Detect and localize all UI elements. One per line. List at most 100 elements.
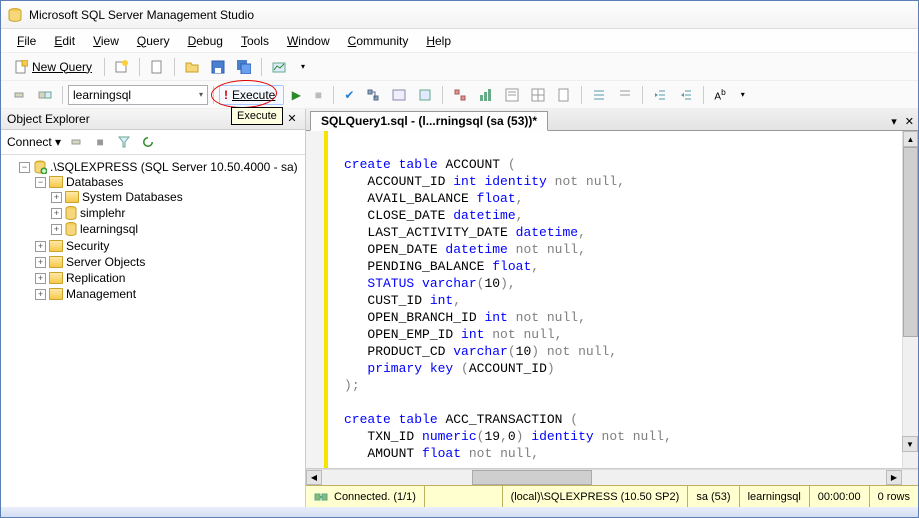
scroll-left-icon[interactable]: ◀ (306, 470, 322, 485)
scroll-corner (902, 470, 918, 485)
menu-view[interactable]: View (85, 32, 127, 50)
status-connection: Connected. (1/1) (306, 486, 425, 507)
new-file-icon[interactable] (145, 56, 169, 78)
status-spacer (425, 486, 503, 507)
tree-management-node[interactable]: +Management (35, 287, 303, 301)
tree-server-objects-node[interactable]: +Server Objects (35, 255, 303, 269)
main-window: Microsoft SQL Server Management Studio F… (0, 0, 919, 518)
results-to-text-icon[interactable] (500, 84, 524, 106)
refresh-icon[interactable] (139, 133, 157, 151)
scroll-thumb-h[interactable] (472, 470, 592, 485)
object-explorer-panel: Object Explorer ▾ 📌 ✕ Connect ▾ ■ − (1, 109, 306, 507)
code-content[interactable]: create table ACCOUNT ( ACCOUNT_ID int id… (328, 131, 902, 468)
execute-tooltip: Execute (231, 107, 283, 125)
execute-button[interactable]: ! Execute (219, 85, 284, 105)
decrease-indent-icon[interactable] (648, 84, 672, 106)
folder-icon (49, 240, 63, 252)
connected-icon (314, 491, 328, 503)
new-query-button[interactable]: New Query (7, 56, 99, 78)
toolbar-sql: learningsql ▾ ! Execute Execute ▶ ■ ✔ (1, 81, 918, 109)
database-selected: learningsql (73, 88, 131, 102)
vertical-scrollbar[interactable]: ▲ ▼ (902, 131, 918, 468)
close-icon[interactable]: ✕ (285, 112, 299, 126)
status-bar: Connected. (1/1) (local)\SQLEXPRESS (10.… (306, 485, 918, 507)
comment-icon[interactable] (587, 84, 611, 106)
dropdown1-icon[interactable]: ▾ (293, 56, 313, 78)
intellisense-icon[interactable] (413, 84, 437, 106)
scroll-thumb-v[interactable] (903, 147, 918, 337)
tree-system-databases-node[interactable]: +System Databases (51, 190, 303, 204)
folder-icon (65, 191, 79, 203)
menu-query[interactable]: Query (129, 32, 178, 50)
new-project-icon[interactable] (110, 56, 134, 78)
folder-icon (49, 272, 63, 284)
tree-security-node[interactable]: +Security (35, 239, 303, 253)
stop-icon2[interactable]: ■ (91, 133, 109, 151)
specify-template-icon[interactable]: Ab (709, 84, 730, 106)
window-bottom-border (1, 507, 918, 517)
save-all-icon[interactable] (232, 56, 256, 78)
code-editor[interactable]: create table ACCOUNT ( ACCOUNT_ID int id… (306, 131, 918, 469)
menu-help[interactable]: Help (418, 32, 459, 50)
status-rows: 0 rows (870, 486, 918, 507)
editor-gutter (306, 131, 324, 468)
activity-monitor-icon[interactable] (267, 56, 291, 78)
body: Object Explorer ▾ 📌 ✕ Connect ▾ ■ − (1, 109, 918, 507)
tree-replication-node[interactable]: +Replication (35, 271, 303, 285)
connect-icon[interactable] (7, 84, 31, 106)
tab-strip: SQLQuery1.sql - (l...rningsql (sa (53))*… (306, 109, 918, 131)
results-to-grid-icon[interactable] (526, 84, 550, 106)
tab-dropdown-icon[interactable]: ▾ (887, 113, 901, 130)
scroll-up-icon[interactable]: ▲ (903, 131, 918, 147)
scroll-down-icon[interactable]: ▼ (902, 436, 918, 452)
status-user: sa (53) (688, 486, 739, 507)
increase-indent-icon[interactable] (674, 84, 698, 106)
app-title: Microsoft SQL Server Management Studio (29, 8, 254, 22)
save-icon[interactable] (206, 56, 230, 78)
execute-label: Execute (232, 88, 275, 102)
scroll-right-icon[interactable]: ▶ (886, 470, 902, 485)
toolbar-standard: New Query ▾ (1, 53, 918, 81)
menubar: File Edit View Query Debug Tools Window … (1, 29, 918, 53)
stop-icon[interactable]: ■ (308, 84, 328, 106)
folder-icon (49, 176, 63, 188)
database-selector[interactable]: learningsql ▾ (68, 85, 208, 105)
menu-community[interactable]: Community (340, 32, 417, 50)
menu-debug[interactable]: Debug (180, 32, 231, 50)
query-options-icon[interactable] (387, 84, 411, 106)
include-plan-icon[interactable] (448, 84, 472, 106)
connect-button[interactable]: Connect ▾ (7, 135, 61, 149)
menu-window[interactable]: Window (279, 32, 338, 50)
menu-tools[interactable]: Tools (233, 32, 277, 50)
connect-toolbar: Connect ▾ ■ (1, 130, 305, 155)
debug-play-icon[interactable]: ▶ (286, 84, 306, 106)
app-logo-icon (7, 7, 23, 23)
chevron-down-icon: ▾ (199, 90, 203, 99)
uncomment-icon[interactable] (613, 84, 637, 106)
tab-sqlquery1[interactable]: SQLQuery1.sql - (l...rningsql (sa (53))* (310, 111, 548, 131)
titlebar: Microsoft SQL Server Management Studio (1, 1, 918, 29)
status-db: learningsql (740, 486, 810, 507)
display-plan-icon[interactable] (361, 84, 385, 106)
editor-area: SQLQuery1.sql - (l...rningsql (sa (53))*… (306, 109, 918, 507)
toolbar-overflow-icon[interactable]: ▾ (733, 84, 753, 106)
filter-icon[interactable] (115, 133, 133, 151)
menu-file[interactable]: File (9, 32, 44, 50)
object-tree[interactable]: − .\SQLEXPRESS (SQL Server 10.50.4000 - … (1, 155, 305, 507)
tree-server-node[interactable]: − .\SQLEXPRESS (SQL Server 10.50.4000 - … (19, 160, 303, 174)
tab-close-icon[interactable]: ✕ (901, 113, 918, 130)
menu-edit[interactable]: Edit (46, 32, 83, 50)
disconnect-icon[interactable] (67, 133, 85, 151)
tree-db-simplehr[interactable]: +simplehr (51, 206, 303, 220)
status-time: 00:00:00 (810, 486, 870, 507)
tree-databases-node[interactable]: − Databases (35, 175, 303, 189)
change-connection-icon[interactable] (33, 84, 57, 106)
results-to-file-icon[interactable] (552, 84, 576, 106)
horizontal-scrollbar[interactable]: ◀ ▶ (306, 469, 918, 485)
open-folder-icon[interactable] (180, 56, 204, 78)
parse-check-icon[interactable]: ✔ (339, 84, 359, 106)
tree-server-label: .\SQLEXPRESS (SQL Server 10.50.4000 - sa… (50, 160, 298, 174)
include-stats-icon[interactable] (474, 84, 498, 106)
folder-icon (49, 288, 63, 300)
tree-db-learningsql[interactable]: +learningsql (51, 222, 303, 236)
